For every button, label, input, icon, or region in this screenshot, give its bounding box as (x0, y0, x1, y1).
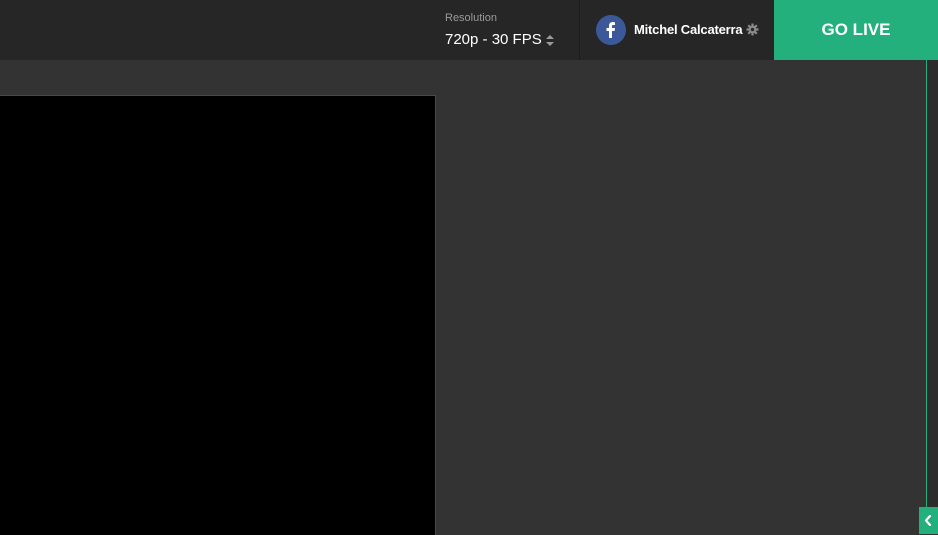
account-name: Mitchel Calcaterra (634, 22, 743, 37)
gear-icon[interactable] (746, 23, 759, 36)
top-bar: Resolution 720p - 30 FPS Mitchel Calcate… (0, 0, 938, 60)
stream-preview[interactable] (0, 95, 436, 535)
topbar-divider (579, 0, 580, 60)
sidebar-toggle-button[interactable] (919, 507, 938, 534)
sort-updown-icon[interactable] (545, 34, 555, 47)
chevron-left-icon (924, 515, 932, 526)
right-sidebar-rail (926, 60, 938, 534)
resolution-label: Resolution (445, 12, 497, 24)
facebook-icon (596, 15, 626, 45)
go-live-button[interactable]: GO LIVE (774, 0, 938, 60)
resolution-selector[interactable]: Resolution 720p - 30 FPS (445, 12, 575, 52)
account-info[interactable]: Mitchel Calcaterra (596, 15, 764, 45)
resolution-value[interactable]: 720p - 30 FPS (445, 31, 542, 48)
